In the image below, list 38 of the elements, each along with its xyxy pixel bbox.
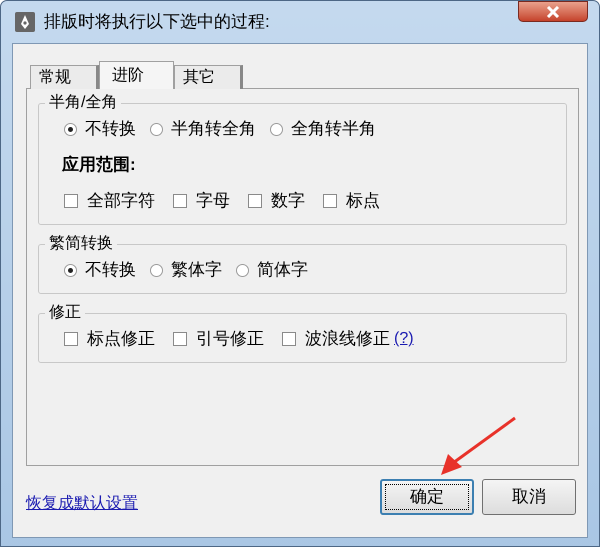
radio-label[interactable]: 半角转全角 (171, 116, 256, 142)
radio-label[interactable]: 不转换 (85, 116, 136, 142)
checkbox-label[interactable]: 数字 (271, 188, 305, 214)
radio-label[interactable]: 繁体字 (171, 257, 222, 283)
radio-button[interactable] (64, 264, 77, 276)
radio-label[interactable]: 不转换 (85, 257, 136, 283)
checkbox-label[interactable]: 引号修正 (196, 326, 264, 352)
window-title: 排版时将执行以下选中的过程: (44, 11, 270, 34)
checkbox-label[interactable]: 波浪线修正 (305, 326, 390, 352)
checkbox[interactable] (248, 194, 262, 208)
checkbox[interactable] (323, 194, 337, 208)
close-button[interactable] (518, 1, 588, 22)
checkbox[interactable] (64, 332, 78, 346)
radio-button[interactable] (150, 122, 163, 136)
checkbox[interactable] (64, 194, 78, 208)
radio-label[interactable]: 全角转半角 (291, 116, 376, 142)
dialog-button[interactable]: 确定 (380, 479, 474, 515)
checkbox-label[interactable]: 标点修正 (87, 326, 155, 352)
section-heading: 应用范围: (62, 154, 136, 176)
checkbox-label[interactable]: 字母 (196, 188, 230, 214)
tab[interactable]: 进阶 (99, 61, 174, 89)
radio-button[interactable] (150, 264, 163, 276)
radio-label[interactable]: 简体字 (257, 257, 308, 283)
close-icon (546, 6, 560, 18)
checkbox-label[interactable]: 全部字符 (87, 188, 155, 214)
radio-button[interactable] (236, 264, 249, 276)
checkbox[interactable] (282, 332, 296, 346)
checkbox[interactable] (173, 194, 187, 208)
checkbox-label[interactable]: 标点 (346, 188, 380, 214)
tab[interactable]: 其它 (174, 65, 243, 89)
tab[interactable]: 常规 (30, 65, 99, 89)
radio-button[interactable] (270, 122, 283, 136)
reset-defaults-link[interactable]: 恢复成默认设置 (26, 492, 138, 516)
app-icon (14, 11, 36, 33)
dialog-button[interactable]: 取消 (482, 479, 576, 515)
help-link[interactable]: (?) (394, 327, 414, 351)
radio-button[interactable] (64, 122, 77, 136)
checkbox[interactable] (173, 332, 187, 346)
